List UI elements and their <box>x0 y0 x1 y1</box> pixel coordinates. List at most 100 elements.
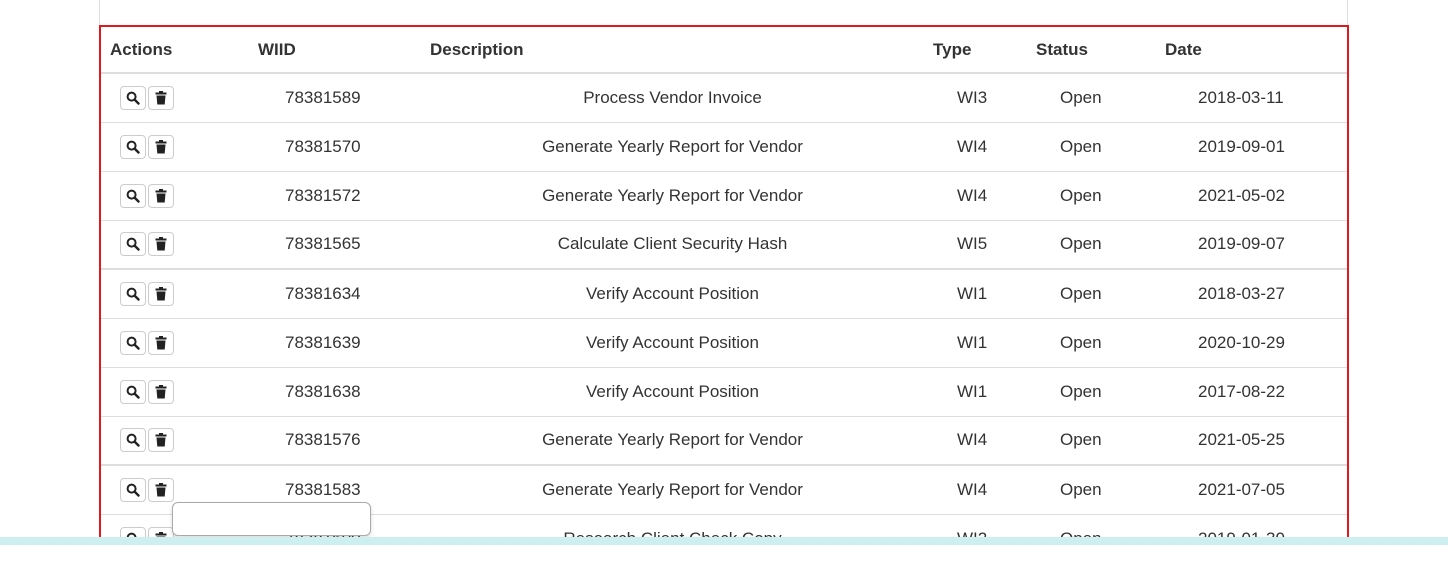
actions-cell <box>101 219 248 269</box>
status-cell: Open <box>1028 317 1157 367</box>
container-border-left <box>99 0 100 26</box>
actions-group <box>119 428 175 453</box>
actions-cell <box>101 121 248 171</box>
type-cell: WI4 <box>925 415 1028 465</box>
status-cell: Open <box>1028 464 1157 514</box>
actions-cell <box>101 415 248 465</box>
description-cell: Generate Yearly Report for Vendor <box>420 121 925 171</box>
wiid-cell: 78381572 <box>248 170 420 220</box>
table-row: 78381589 Process Vendor Invoice WI3 Open 201… <box>101 72 1347 122</box>
wiid-cell: 78381576 <box>248 415 420 465</box>
date-cell: 2018-03-27 <box>1157 268 1347 318</box>
description-cell: Calculate Client Security Hash <box>420 219 925 269</box>
date-cell: 2019-09-07 <box>1157 219 1347 269</box>
description-cell: Verify Account Position <box>420 317 925 367</box>
actions-cell <box>101 72 248 122</box>
bottom-area <box>0 545 1448 569</box>
status-cell: Open <box>1028 72 1157 122</box>
actions-group <box>119 281 175 306</box>
actions-group <box>119 330 175 355</box>
actions-group <box>119 134 175 159</box>
type-cell: WI1 <box>925 317 1028 367</box>
tooltip-popup <box>172 502 371 536</box>
actions-group <box>119 379 175 404</box>
actions-cell <box>101 366 248 416</box>
date-cell: 2018-03-11 <box>1157 72 1347 122</box>
table-body: 78381589 Process Vendor Invoice WI3 Open 201… <box>101 72 1347 543</box>
table-row: 78381570 Generate Yearly Report for Vendo… <box>101 121 1347 171</box>
delete-button[interactable] <box>148 183 174 208</box>
header-wiid[interactable]: WIID <box>248 27 420 74</box>
view-button[interactable] <box>120 330 146 355</box>
bottom-band <box>0 537 1448 545</box>
status-cell: Open <box>1028 219 1157 269</box>
header-actions[interactable]: Actions <box>101 27 248 74</box>
date-cell: 2017-08-22 <box>1157 366 1347 416</box>
type-cell: WI1 <box>925 268 1028 318</box>
wiid-cell: 78381565 <box>248 219 420 269</box>
date-cell: 2019-09-01 <box>1157 121 1347 171</box>
description-cell: Generate Yearly Report for Vendor <box>420 415 925 465</box>
actions-cell <box>101 268 248 318</box>
type-cell: WI3 <box>925 72 1028 122</box>
type-cell: WI1 <box>925 366 1028 416</box>
date-cell: 2020-10-29 <box>1157 317 1347 367</box>
wiid-cell: 78381634 <box>248 268 420 318</box>
work-items-table-highlight: Actions WIID Description Type Status Dat… <box>99 25 1349 545</box>
actions-group <box>119 85 175 110</box>
table-row: 78381638 Verify Account Position WI1 Open 20… <box>101 366 1347 416</box>
description-cell: Generate Yearly Report for Vendor <box>420 170 925 220</box>
type-cell: WI4 <box>925 170 1028 220</box>
view-button[interactable] <box>120 85 146 110</box>
view-button[interactable] <box>120 281 146 306</box>
type-cell: WI4 <box>925 121 1028 171</box>
wiid-cell: 78381570 <box>248 121 420 171</box>
delete-button[interactable] <box>148 232 174 257</box>
description-cell: Process Vendor Invoice <box>420 72 925 122</box>
view-button[interactable] <box>120 428 146 453</box>
type-cell: WI5 <box>925 219 1028 269</box>
table-row: 78381639 Verify Account Position WI1 Open 20… <box>101 317 1347 367</box>
actions-group <box>119 232 175 257</box>
header-date[interactable]: Date <box>1157 27 1347 74</box>
delete-button[interactable] <box>148 281 174 306</box>
actions-group <box>119 183 175 208</box>
view-button[interactable] <box>120 134 146 159</box>
delete-button[interactable] <box>148 134 174 159</box>
description-cell: Verify Account Position <box>420 366 925 416</box>
view-button[interactable] <box>120 379 146 404</box>
description-cell: Verify Account Position <box>420 268 925 318</box>
status-cell: Open <box>1028 268 1157 318</box>
table-row: 78381634 Verify Account Position WI1 Open 20… <box>101 268 1347 318</box>
header-description[interactable]: Description <box>420 27 925 74</box>
header-type[interactable]: Type <box>925 27 1028 74</box>
table-row: 78381576 Generate Yearly Report for Vendo… <box>101 415 1347 465</box>
delete-button[interactable] <box>148 85 174 110</box>
view-button[interactable] <box>120 183 146 208</box>
work-items-table: Actions WIID Description Type Status Dat… <box>101 27 1347 543</box>
status-cell: Open <box>1028 170 1157 220</box>
wiid-cell: 78381638 <box>248 366 420 416</box>
delete-button[interactable] <box>148 477 174 502</box>
delete-button[interactable] <box>148 428 174 453</box>
table-header-row: Actions WIID Description Type Status Dat… <box>101 27 1347 74</box>
description-cell: Generate Yearly Report for Vendor <box>420 464 925 514</box>
view-button[interactable] <box>120 232 146 257</box>
wiid-cell: 78381589 <box>248 72 420 122</box>
actions-cell <box>101 170 248 220</box>
status-cell: Open <box>1028 415 1157 465</box>
status-cell: Open <box>1028 366 1157 416</box>
view-button[interactable] <box>120 477 146 502</box>
date-cell: 2021-07-05 <box>1157 464 1347 514</box>
delete-button[interactable] <box>148 379 174 404</box>
table-row: 78381572 Generate Yearly Report for Vendo… <box>101 170 1347 220</box>
type-cell: WI4 <box>925 464 1028 514</box>
status-cell: Open <box>1028 121 1157 171</box>
header-status[interactable]: Status <box>1028 27 1157 74</box>
date-cell: 2021-05-25 <box>1157 415 1347 465</box>
actions-cell <box>101 317 248 367</box>
wiid-cell: 78381639 <box>248 317 420 367</box>
page: Actions WIID Description Type Status Dat… <box>0 0 1448 569</box>
actions-group <box>119 477 175 502</box>
delete-button[interactable] <box>148 330 174 355</box>
